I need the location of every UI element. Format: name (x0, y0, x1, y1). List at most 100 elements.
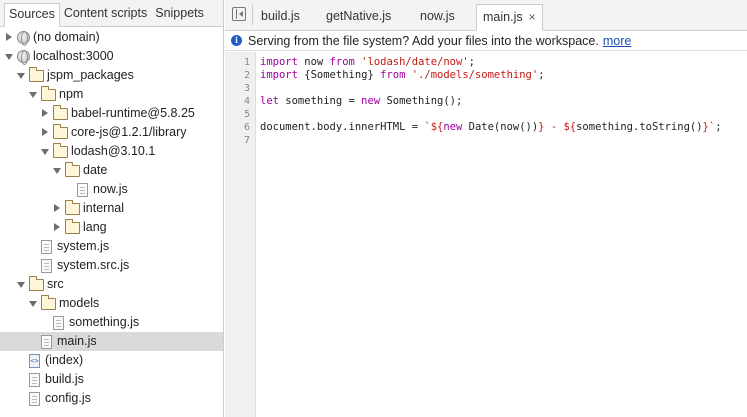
tree-item-label: build.js (45, 372, 84, 386)
disclosure-expanded-icon[interactable] (5, 54, 13, 60)
tree-item[interactable]: jspm_packages (0, 66, 223, 85)
tab-build-js[interactable]: build.js (255, 4, 306, 31)
disclosure-expanded-icon[interactable] (17, 282, 25, 288)
code-token: `${ (424, 121, 444, 133)
toggle-navigator-icon[interactable] (232, 7, 246, 21)
file-icon (53, 316, 64, 330)
folder-icon (65, 162, 80, 177)
editor-tabs: build.js getNative.js now.js main.js × (225, 0, 747, 31)
tree-item-label: babel-runtime@5.8.25 (71, 106, 195, 120)
tree-item-label: internal (83, 201, 124, 215)
tree-item[interactable]: now.js (0, 180, 223, 199)
tree-item[interactable]: system.src.js (0, 256, 223, 275)
disclosure-collapsed-icon[interactable] (54, 204, 60, 212)
code-token: let (260, 95, 279, 107)
tab-label: now.js (420, 9, 455, 23)
disclosure-expanded-icon[interactable] (29, 301, 37, 307)
tree-item[interactable]: localhost:3000 (0, 47, 223, 66)
tab-label: build.js (261, 9, 300, 23)
code-token: import (260, 69, 298, 81)
info-icon: i (231, 35, 242, 46)
code-token: now (297, 56, 330, 68)
tree-item[interactable]: babel-runtime@5.8.25 (0, 104, 223, 123)
tab-now-js[interactable]: now.js (414, 4, 461, 31)
tree-item[interactable]: core-js@1.2.1/library (0, 123, 223, 142)
code-line: let something = new Something(); (260, 95, 462, 108)
globe-icon (17, 31, 30, 46)
line-number: 6 (243, 122, 250, 133)
tree-item[interactable]: config.js (0, 389, 223, 408)
code-token: new (361, 95, 381, 107)
code-line: import {Something} from './models/someth… (260, 69, 545, 82)
code-line: document.body.innerHTML = `${new Date(no… (260, 121, 722, 134)
file-icon (41, 335, 52, 349)
tree-item-label: lang (83, 220, 107, 234)
tab-getnative-js[interactable]: getNative.js (320, 4, 397, 31)
navigator-tabs: Sources Content scripts Snippets (0, 0, 223, 27)
tree-item-label: main.js (57, 334, 97, 348)
folder-icon (65, 200, 80, 215)
disclosure-collapsed-icon[interactable] (42, 109, 48, 117)
folder-icon (53, 143, 68, 158)
code-editor[interactable]: 1 2 3 4 5 6 7 import now from 'lodash/date/now… (225, 52, 747, 417)
tree-item-label: localhost:3000 (33, 49, 114, 63)
code-token: ; (468, 56, 475, 68)
line-number: 4 (243, 96, 250, 107)
tree-item[interactable]: <> (index) (0, 351, 223, 370)
folder-icon (65, 219, 80, 234)
tree-item[interactable]: lodash@3.10.1 (0, 142, 223, 161)
disclosure-expanded-icon[interactable] (29, 92, 37, 98)
tree-item-label: models (59, 296, 100, 310)
folder-icon (53, 105, 68, 120)
workspace-infobar: i Serving from the file system? Add your… (225, 31, 747, 51)
file-icon (77, 183, 88, 197)
code-token: 'lodash/date/now' (361, 56, 469, 68)
tab-content-scripts[interactable]: Content scripts (60, 0, 151, 26)
tab-snippets[interactable]: Snippets (151, 0, 208, 26)
tree-item[interactable]: main.js (0, 332, 223, 351)
code-token: ; (538, 69, 545, 81)
tree-item-label: date (83, 163, 108, 177)
tree-item-label: something.js (69, 315, 140, 329)
infobar-message: Serving from the file system? Add your f… (248, 33, 599, 48)
tree-item[interactable]: build.js (0, 370, 223, 389)
tab-label: Snippets (155, 6, 204, 20)
html-file-icon: <> (29, 354, 40, 368)
tab-sources[interactable]: Sources (4, 3, 60, 27)
tree-item[interactable]: npm (0, 85, 223, 104)
file-icon (29, 392, 40, 406)
code-token: from (329, 56, 355, 68)
disclosure-expanded-icon[interactable] (41, 149, 49, 155)
file-icon (41, 259, 52, 273)
tab-label: getNative.js (326, 9, 392, 23)
disclosure-collapsed-icon[interactable] (42, 128, 48, 136)
more-link[interactable]: more (603, 34, 631, 48)
tree-item-label: system.src.js (57, 258, 130, 272)
tree-item[interactable]: system.js (0, 237, 223, 256)
tree-item-label: npm (59, 87, 84, 101)
tree-item[interactable]: date (0, 161, 223, 180)
code-token: import (260, 56, 298, 68)
tree-item[interactable]: something.js (0, 313, 223, 332)
tree-item[interactable]: models (0, 294, 223, 313)
disclosure-collapsed-icon[interactable] (54, 223, 60, 231)
disclosure-collapsed-icon[interactable] (6, 33, 12, 41)
close-icon[interactable]: × (529, 5, 536, 29)
code-token: './models/something' (411, 69, 539, 81)
tree-item[interactable]: lang (0, 218, 223, 237)
tree-item[interactable]: internal (0, 199, 223, 218)
tree-item[interactable]: src (0, 275, 223, 294)
tab-main-js[interactable]: main.js × (476, 4, 543, 31)
tab-divider (252, 5, 253, 25)
disclosure-expanded-icon[interactable] (17, 73, 25, 79)
line-number: 2 (243, 70, 250, 81)
code-token: {Something} (297, 69, 381, 81)
code-token: something = (278, 95, 362, 107)
line-number: 5 (243, 109, 250, 120)
code-token: document.body.innerHTML = (260, 121, 425, 133)
tree-item-label: config.js (45, 391, 91, 405)
folder-icon (41, 86, 56, 101)
tree-item[interactable]: (no domain) (0, 28, 223, 47)
disclosure-expanded-icon[interactable] (53, 168, 61, 174)
line-number-gutter: 1 2 3 4 5 6 7 (225, 52, 256, 417)
